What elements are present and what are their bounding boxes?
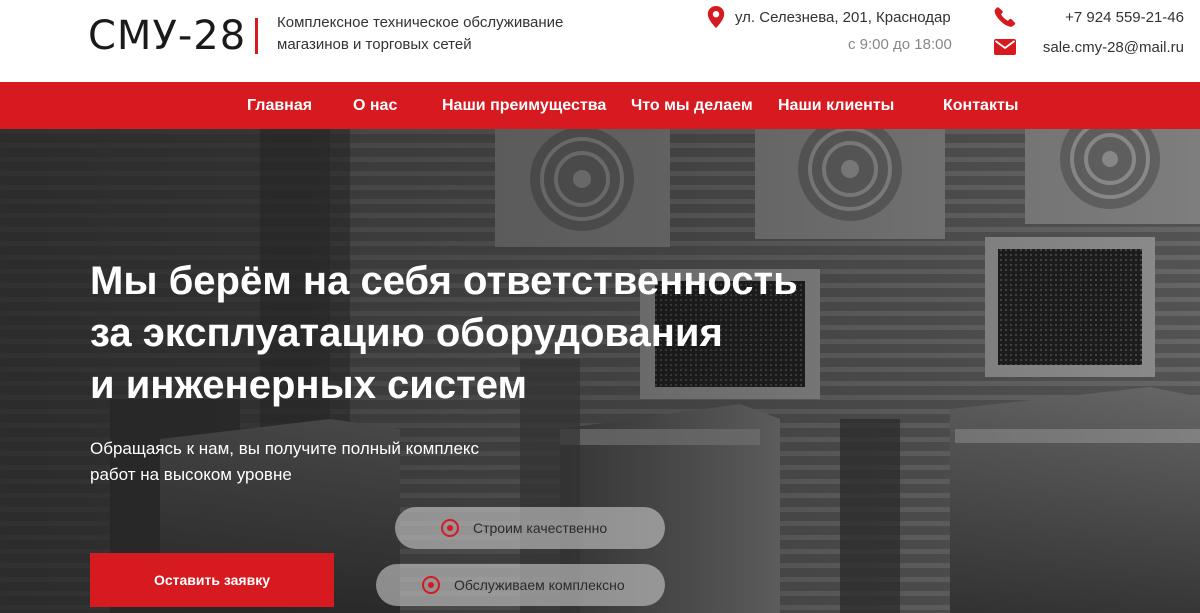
feature-label: Строим качественно xyxy=(473,520,608,536)
envelope-icon xyxy=(994,39,1016,55)
address-block: ул. Селезнева, 201, Краснодар xyxy=(707,6,951,28)
phone-icon xyxy=(994,7,1016,27)
map-pin-icon xyxy=(707,6,725,28)
site-tagline: Комплексное техническое обслуживание маг… xyxy=(277,12,607,56)
email-address[interactable]: sale.cmy-28@mail.ru xyxy=(1043,39,1184,56)
address-text: ул. Селезнева, 201, Краснодар xyxy=(735,8,951,26)
site-header: СМУ-28 Комплексное техническое обслужива… xyxy=(0,0,1200,82)
nav-item-advantages[interactable]: Наши преимущества xyxy=(442,82,606,129)
hero-subtitle: Обращаясь к нам, вы получите полный комп… xyxy=(90,436,520,488)
target-dot-icon xyxy=(422,576,440,594)
submit-request-button[interactable]: Оставить заявку xyxy=(90,553,334,607)
working-hours: с 9:00 до 18:00 xyxy=(848,36,952,53)
feature-pill-build[interactable]: Строим качественно xyxy=(395,507,665,549)
nav-item-services[interactable]: Что мы делаем xyxy=(631,82,753,129)
nav-item-clients[interactable]: Наши клиенты xyxy=(778,82,894,129)
logo-divider xyxy=(255,18,258,54)
email-block[interactable]: sale.cmy-28@mail.ru xyxy=(994,36,1184,58)
nav-item-home[interactable]: Главная xyxy=(247,82,312,129)
feature-label: Обслуживаем комплексно xyxy=(454,577,625,593)
nav-item-contacts[interactable]: Контакты xyxy=(943,82,1018,129)
hero-title-line-2: за эксплуатацию оборудования xyxy=(90,311,723,355)
target-dot-icon xyxy=(441,519,459,537)
main-nav: Главная О нас Наши преимущества Что мы д… xyxy=(0,82,1200,129)
hero-title-line-1: Мы берём на себя ответственность xyxy=(90,259,798,303)
tagline-line-1: Комплексное техническое обслуживание xyxy=(277,14,564,31)
hero-subtitle-line-1: Обращаясь к нам, вы получите полный комп… xyxy=(90,439,480,458)
hero-section: Мы берём на себя ответственность за эксп… xyxy=(0,129,1200,613)
tagline-line-2: магазинов и торговых сетей xyxy=(277,36,472,53)
phone-number[interactable]: +7 924 559-21-46 xyxy=(1065,9,1184,26)
nav-item-about[interactable]: О нас xyxy=(353,82,397,129)
phone-block[interactable]: +7 924 559-21-46 xyxy=(994,6,1184,28)
feature-pill-service[interactable]: Обслуживаем комплексно xyxy=(376,564,665,606)
site-logo[interactable]: СМУ-28 xyxy=(88,12,246,60)
hero-title-line-3: и инженерных систем xyxy=(90,363,528,407)
hero-subtitle-line-2: работ на высоком уровне xyxy=(90,465,292,484)
hero-title: Мы берём на себя ответственность за эксп… xyxy=(90,255,850,411)
